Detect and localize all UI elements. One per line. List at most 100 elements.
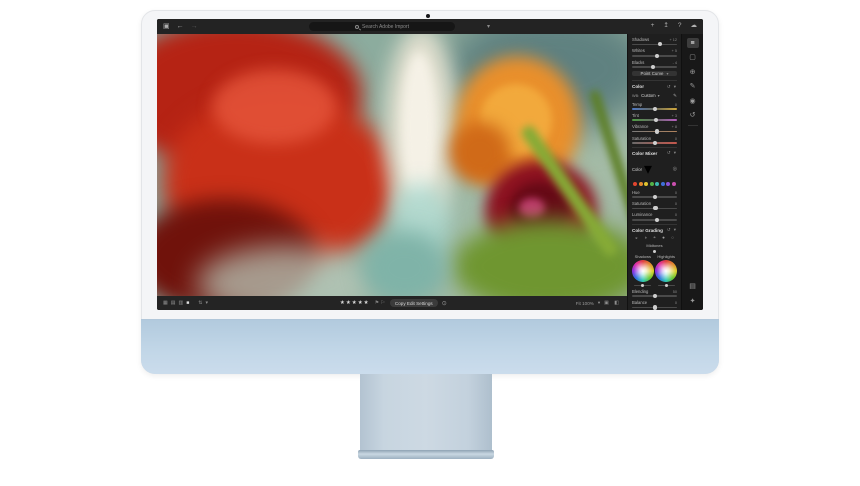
color-dot-yellow[interactable] xyxy=(644,181,649,187)
shadows-luminance-slider[interactable] xyxy=(634,283,652,287)
color-dot-orange[interactable] xyxy=(638,181,643,187)
slider-thumb[interactable] xyxy=(652,294,657,299)
slider-mixer-saturation[interactable]: Saturation 0 xyxy=(632,201,677,211)
mixer-mode-row[interactable]: Color ▾ ◎ xyxy=(632,159,677,179)
filter-icon[interactable]: ▾ xyxy=(487,23,490,30)
grading-mode-highlights-icon[interactable]: ● xyxy=(662,235,665,241)
slider-tint[interactable]: Tint + 3 xyxy=(632,113,677,123)
color-grading-header[interactable]: Color Grading ↺ ▾ xyxy=(632,223,677,233)
mixer-mode-value[interactable]: Color xyxy=(632,167,642,172)
slider-thumb[interactable] xyxy=(653,206,658,211)
cloud-sync-icon[interactable]: ☁ xyxy=(691,23,698,30)
zoom-chevron-icon[interactable]: ▾ xyxy=(598,300,600,306)
color-dot-purple[interactable] xyxy=(666,181,671,187)
slider-whites[interactable]: Whites + 5 xyxy=(632,48,677,58)
slider-thumb[interactable] xyxy=(657,42,663,47)
sort-chevron-icon[interactable]: ▾ xyxy=(205,300,208,306)
slider-thumb[interactable] xyxy=(652,106,657,111)
masking-brush-icon[interactable]: ✎ xyxy=(687,82,699,92)
search-input[interactable]: Search Adobe Import xyxy=(309,22,455,31)
white-balance-row[interactable]: WB: Custom ▾ ✎ xyxy=(632,93,677,99)
reject-flag-icon[interactable]: ⚐ xyxy=(380,300,384,306)
slider-thumb[interactable] xyxy=(641,283,645,287)
slider-thumb[interactable] xyxy=(650,64,655,70)
color-dot-green[interactable] xyxy=(649,181,654,187)
section-header-icons[interactable]: ↺ ▾ xyxy=(667,227,677,233)
slider-luminance[interactable]: Luminance 0 xyxy=(632,212,677,222)
grading-mode-global-icon[interactable]: ○ xyxy=(671,235,674,241)
slider-balance[interactable]: Balance 0 xyxy=(632,300,677,310)
target-adjust-icon[interactable]: ◎ xyxy=(673,166,677,172)
lens-blur-icon[interactable]: ◉ xyxy=(687,96,699,106)
slider-hue[interactable]: Hue 0 xyxy=(632,190,677,199)
zoom-level[interactable]: Fit 100% xyxy=(576,301,594,306)
grid-view-icon[interactable]: ▦ xyxy=(163,300,168,306)
add-photos-icon[interactable]: + xyxy=(651,23,655,30)
color-mixer-header[interactable]: Color Mixer ↺ ▾ xyxy=(632,147,677,156)
single-view-icon[interactable]: ■ xyxy=(186,300,189,306)
crop-tool-icon[interactable]: ▢ xyxy=(687,53,699,63)
slider-blacks[interactable]: Blacks - 4 xyxy=(632,60,677,70)
reset-icon[interactable]: ↺ xyxy=(667,150,672,155)
slider-shadows[interactable]: Shadows + 12 xyxy=(632,37,677,47)
collapse-chevron-icon[interactable]: ▾ xyxy=(674,150,677,155)
color-dot-teal[interactable] xyxy=(655,181,660,187)
slider-thumb[interactable] xyxy=(654,129,659,134)
slider-thumb[interactable] xyxy=(652,250,657,254)
share-icon[interactable]: ↥ xyxy=(663,23,668,30)
collapse-chevron-icon[interactable]: ▾ xyxy=(674,84,677,89)
help-icon[interactable]: ? xyxy=(678,23,682,30)
slider-temp[interactable]: Temp 0 xyxy=(632,101,677,111)
wb-value[interactable]: Custom xyxy=(641,93,655,98)
slider-blending[interactable]: Blending 50 xyxy=(632,289,677,299)
copy-edit-settings-button[interactable]: Copy Edit Settings xyxy=(389,299,438,307)
grading-mode-shadows-icon[interactable]: ◑ xyxy=(644,235,647,241)
color-dot-magenta[interactable] xyxy=(671,181,676,187)
slider-saturation[interactable]: Saturation 0 xyxy=(632,136,677,146)
slider-label: Temp xyxy=(632,101,643,107)
detail-view-icon[interactable]: ▤ xyxy=(171,300,176,306)
sort-icon[interactable]: ⇅ xyxy=(198,300,202,306)
section-header-icons[interactable]: ↺ ▾ xyxy=(667,150,677,156)
slider-thumb[interactable] xyxy=(654,217,659,222)
section-header-icons[interactable]: ↺ ▾ xyxy=(667,84,677,90)
pick-flag-icon[interactable]: ⚑ xyxy=(375,300,379,306)
eyedropper-icon[interactable]: ✎ xyxy=(673,93,677,99)
slider-thumb[interactable] xyxy=(652,140,657,146)
collapse-chevron-icon[interactable]: ▾ xyxy=(674,227,677,232)
reset-icon[interactable]: ↺ xyxy=(667,227,672,232)
back-icon[interactable]: ← xyxy=(177,23,184,30)
star-rating[interactable]: ★★★★★ xyxy=(340,300,370,306)
slider-thumb[interactable] xyxy=(664,283,668,287)
slider-thumb[interactable] xyxy=(653,118,659,123)
reset-icon[interactable]: ↺ xyxy=(667,84,672,89)
presets-icon[interactable]: ✦ xyxy=(687,296,699,306)
color-dot-blue[interactable] xyxy=(660,181,665,187)
healing-tool-icon[interactable]: ⊕ xyxy=(687,67,699,77)
highlights-luminance-slider[interactable] xyxy=(657,283,675,287)
info-panel-icon[interactable]: ▤ xyxy=(687,282,699,292)
shadows-color-wheel[interactable] xyxy=(632,260,654,283)
slider-thumb[interactable] xyxy=(652,305,657,310)
more-options-icon[interactable]: ⊙ xyxy=(442,300,447,307)
compare-view-icon[interactable]: ▥ xyxy=(178,300,183,306)
flag-icons[interactable]: ⚑ ⚐ xyxy=(375,300,385,306)
forward-icon[interactable]: → xyxy=(191,23,198,30)
photos-grid-icon[interactable]: ▣ xyxy=(163,23,170,30)
slider-thumb[interactable] xyxy=(652,194,657,199)
grading-mode-midtones-icon[interactable]: ◓ xyxy=(653,235,656,241)
wb-chevron-icon[interactable]: ▾ xyxy=(658,93,660,98)
view-toggle-icons[interactable]: ▣ ◧ xyxy=(604,300,621,306)
highlights-color-wheel[interactable] xyxy=(655,260,678,283)
slider-thumb[interactable] xyxy=(654,53,659,58)
color-dot-red[interactable] xyxy=(633,181,638,187)
slider-vibrance[interactable]: Vibrance + 8 xyxy=(632,124,677,134)
mixer-mode-chevron-icon[interactable]: ▾ xyxy=(644,159,652,179)
point-curve-button[interactable]: Point Curve ▾ xyxy=(632,71,677,77)
edit-tool-icon[interactable]: ≡ xyxy=(686,38,699,48)
grading-mode-3way-icon[interactable]: ◒ xyxy=(635,235,638,241)
versions-history-icon[interactable]: ↺ xyxy=(687,111,699,121)
midtones-label: Midtones xyxy=(646,242,663,248)
photo-canvas[interactable] xyxy=(157,34,627,296)
color-section-header[interactable]: Color ↺ ▾ xyxy=(632,80,677,89)
